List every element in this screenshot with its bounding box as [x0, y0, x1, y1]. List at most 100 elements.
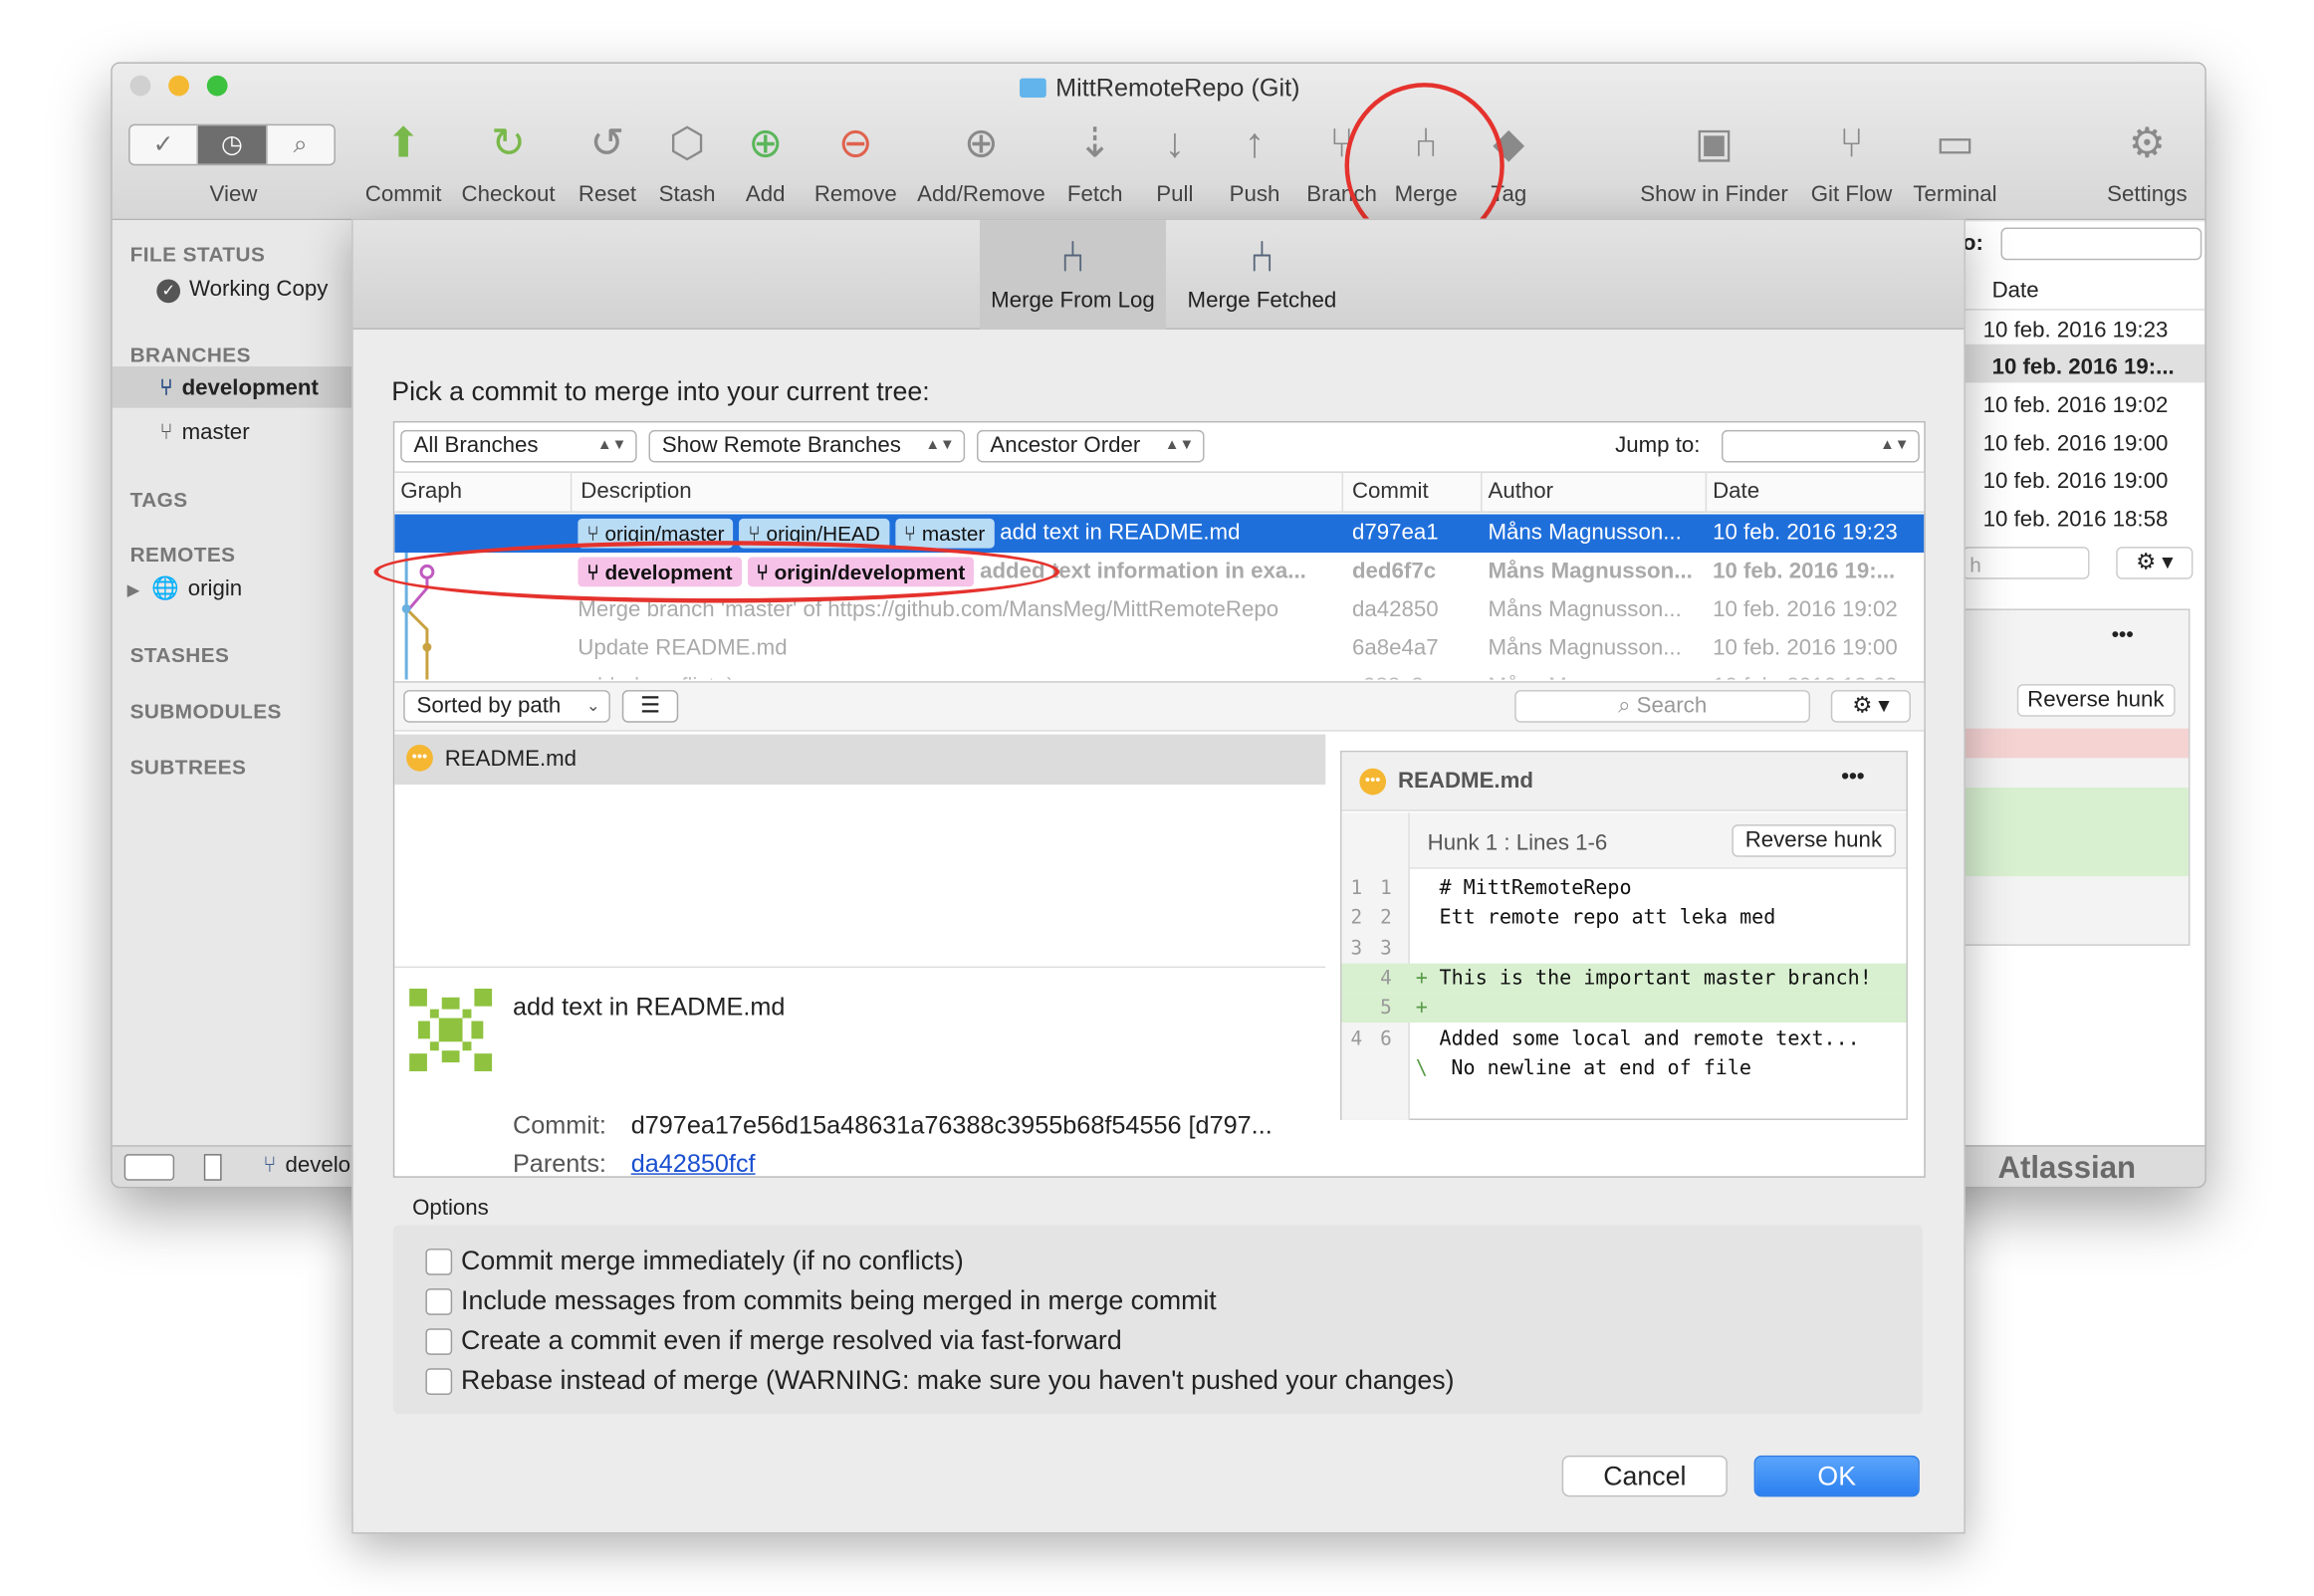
view-label: View — [209, 181, 258, 207]
commit-message: add text in README.md — [1000, 520, 1241, 546]
diff-line[interactable]: 5 + — [1341, 993, 1907, 1024]
file-list-item[interactable]: ••• README.md — [394, 734, 1326, 786]
add-button[interactable]: ⊕ Add — [730, 116, 801, 211]
diff-code: No newline at end of file — [1451, 1055, 1751, 1080]
detail-parents-label: Parents: — [512, 1149, 606, 1178]
checkout-button[interactable]: ↻ Checkout — [458, 116, 559, 211]
show-in-finder-button[interactable]: ▣ Show in Finder — [1634, 116, 1793, 211]
sidebar-item-master[interactable]: ⑂ master — [159, 419, 249, 444]
option-create-commit[interactable]: Create a commit even if merge resolved v… — [425, 1325, 1122, 1356]
sidebar-toggle-icon[interactable] — [123, 1154, 175, 1181]
date-column-header[interactable]: Date — [1707, 471, 1924, 513]
branch-icon: ⑂ — [263, 1152, 277, 1178]
remote-branches-select[interactable]: Show Remote Branches ▲▼ — [648, 429, 966, 463]
stash-button[interactable]: ⬡ Stash — [650, 116, 724, 211]
date-cell[interactable]: 10 feb. 2016 19:02 — [1983, 393, 2169, 418]
new-line-number: 3 — [1380, 937, 1392, 961]
sidebar-item-development[interactable]: ⑂ development — [112, 366, 355, 408]
description-column-header[interactable]: Description — [575, 471, 1344, 513]
settings-button[interactable]: ⚙ Settings — [2098, 116, 2196, 211]
background-log-pane: o: Date 10 feb. 2016 19:23 10 feb. 2016 … — [1962, 221, 2205, 1146]
push-button[interactable]: ↑ Push — [1221, 116, 1288, 211]
reverse-hunk-button[interactable]: Reverse hunk — [1732, 824, 1896, 857]
panel-toggle-icon[interactable] — [203, 1154, 222, 1181]
remove-button[interactable]: ⊖ Remove — [810, 116, 901, 211]
more-icon[interactable]: ••• — [2112, 622, 2134, 646]
date-cell[interactable]: 10 feb. 2016 19:... — [1962, 343, 2205, 383]
pull-button[interactable]: ↓ Pull — [1141, 116, 1209, 211]
current-branch-label: develo — [285, 1152, 351, 1178]
date-cell[interactable]: 10 feb. 2016 19:23 — [1983, 318, 2169, 342]
option-include-messages[interactable]: Include messages from commits being merg… — [425, 1285, 1217, 1316]
tab-merge-from-log[interactable]: ⑃ Merge From Log — [979, 220, 1166, 330]
commit-button[interactable]: ⬆ Commit — [360, 116, 446, 211]
gear-menu-button[interactable]: ⚙ ▾ — [2116, 547, 2194, 579]
graph-column-header[interactable]: Graph — [394, 471, 573, 513]
diff-line[interactable]: 4 + This is the important master branch! — [1341, 963, 1907, 994]
diff-line[interactable]: 1 1 # MittRemoteRepo — [1342, 873, 1907, 903]
view-segmented-control[interactable]: ✓ ◷ ⌕ — [128, 123, 336, 166]
file-gear-menu[interactable]: ⚙ ▾ — [1830, 690, 1911, 723]
author-column-header[interactable]: Author — [1483, 471, 1708, 513]
search-field-fragment[interactable]: h — [1962, 547, 2090, 579]
reverse-hunk-button[interactable]: Reverse hunk — [2016, 684, 2175, 717]
submodules-header[interactable]: SUBMODULES — [130, 699, 282, 723]
date-cell[interactable]: 10 feb. 2016 19:00 — [1983, 431, 2169, 456]
option-rebase[interactable]: Rebase instead of merge (WARNING: make s… — [425, 1365, 1455, 1396]
option-label: Include messages from commits being merg… — [461, 1285, 1217, 1315]
file-name: README.md — [444, 746, 578, 772]
date-column-header[interactable]: Date — [1962, 272, 2205, 311]
checkmark-icon[interactable]: ✓ — [130, 125, 199, 164]
branches-filter-select[interactable]: All Branches ▲▼ — [400, 429, 637, 463]
commit-label: Commit — [364, 181, 442, 207]
order-select[interactable]: Ancestor Order ▲▼ — [976, 429, 1205, 463]
checkbox[interactable] — [425, 1288, 453, 1315]
ok-button[interactable]: OK — [1753, 1455, 1920, 1497]
sort-select[interactable]: Sorted by path ⌄ — [403, 690, 610, 723]
jump-to-select[interactable] — [2000, 227, 2202, 261]
terminal-button[interactable]: ▭ Terminal — [1906, 116, 2003, 211]
table-row[interactable]: Update README.md 6a8e4a7 Måns Magnusson.… — [394, 629, 1924, 668]
date-cell[interactable]: 10 feb. 2016 18:58 — [1983, 507, 2169, 532]
updown-chevron-icon: ▲▼ — [1880, 437, 1910, 454]
tab-merge-fetched[interactable]: ⑃ Merge Fetched — [1169, 220, 1355, 330]
git-flow-button[interactable]: ⑂ Git Flow — [1803, 116, 1901, 211]
commit-hash: da42850 — [1351, 596, 1439, 622]
list-view-button[interactable]: ☰ — [621, 690, 679, 723]
option-commit-immediately[interactable]: Commit merge immediately (if no conflict… — [425, 1246, 964, 1276]
tags-header[interactable]: TAGS — [130, 488, 188, 512]
stashes-header[interactable]: STASHES — [130, 643, 230, 667]
diff-marker: + — [1415, 966, 1428, 991]
checkbox[interactable] — [425, 1249, 453, 1275]
checkbox[interactable] — [425, 1328, 453, 1355]
file-search-input[interactable]: ⌕ Search — [1514, 690, 1811, 723]
divider — [394, 966, 1326, 969]
subtrees-header[interactable]: SUBTREES — [130, 755, 247, 779]
diff-line[interactable]: \ No newline at end of file — [1342, 1053, 1907, 1083]
jump-to-select[interactable]: ▲▼ — [1721, 429, 1920, 463]
diff-line[interactable]: 33 — [1342, 933, 1907, 963]
table-row[interactable]: added conflict :) c988c3c Måns Magnusson… — [394, 668, 1924, 680]
search-icon[interactable]: ⌕ — [267, 125, 334, 164]
diff-line[interactable]: 4 6 Added some local and remote text... — [1342, 1024, 1907, 1053]
reset-button[interactable]: ↺ Reset — [571, 116, 644, 211]
disclosure-triangle-icon[interactable]: ▶ — [127, 582, 140, 600]
jump-to-label: Jump to: — [1615, 432, 1701, 459]
working-copy-item[interactable]: ✓ Working Copy — [156, 277, 328, 304]
diff-line[interactable]: 2 2 Ett remote repo att leka med — [1342, 903, 1907, 933]
cancel-button[interactable]: Cancel — [1561, 1455, 1728, 1497]
branch-label: master — [181, 419, 250, 445]
fetch-button[interactable]: ⇣ Fetch — [1058, 116, 1132, 211]
commit-hash: ded6f7c — [1351, 558, 1437, 584]
clock-icon[interactable]: ◷ — [198, 125, 268, 164]
sidebar: FILE STATUS ✓ Working Copy BRANCHES ⑂ deve… — [112, 221, 355, 1146]
more-icon[interactable]: ••• — [1841, 764, 1864, 789]
sidebar-item-origin[interactable]: ▶ 🌐 origin — [127, 574, 243, 601]
checkbox[interactable] — [425, 1368, 453, 1395]
date-cell[interactable]: 10 feb. 2016 19:00 — [1983, 468, 2169, 493]
file-toolbar: Sorted by path ⌄ ☰ ⌕ Search ⚙ ▾ — [394, 681, 1925, 732]
hunk-title: Hunk 1 : Lines 1-6 — [1427, 830, 1608, 856]
commit-column-header[interactable]: Commit — [1346, 471, 1483, 513]
detail-parents-link[interactable]: da42850fcf — [631, 1150, 756, 1180]
add-remove-button[interactable]: ⊕ Add/Remove — [913, 116, 1049, 211]
